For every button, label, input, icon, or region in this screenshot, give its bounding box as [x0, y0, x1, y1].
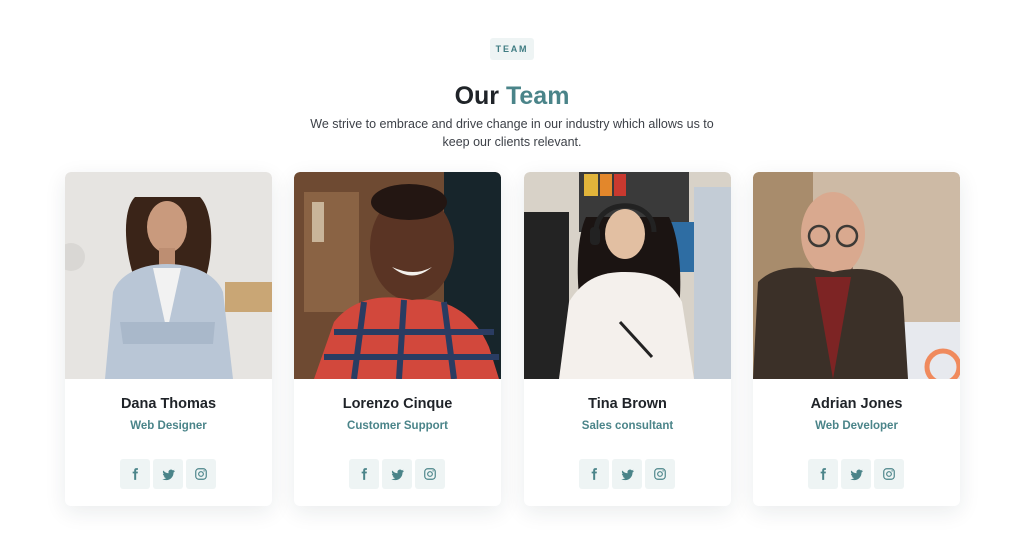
- title-main: Our: [454, 82, 500, 110]
- member-role: Customer Support: [347, 420, 448, 432]
- social-links: [579, 459, 675, 489]
- team-card: Dana Thomas Web Designer: [65, 172, 272, 506]
- member-name: Tina Brown: [588, 396, 667, 412]
- team-card: Adrian Jones Web Developer: [753, 172, 960, 506]
- facebook-icon: [361, 468, 367, 480]
- member-role: Sales consultant: [581, 420, 674, 432]
- member-name: Adrian Jones: [810, 396, 903, 412]
- social-links: [120, 459, 216, 489]
- twitter-link[interactable]: [841, 459, 871, 489]
- member-name: Lorenzo Cinque: [342, 396, 453, 412]
- facebook-icon: [591, 468, 597, 480]
- instagram-link[interactable]: [645, 459, 675, 489]
- facebook-link[interactable]: [120, 459, 150, 489]
- member-photo: [524, 172, 731, 379]
- facebook-link[interactable]: [808, 459, 838, 489]
- social-links: [349, 459, 445, 489]
- section-eyebrow-badge: TEAM: [490, 38, 534, 60]
- instagram-link[interactable]: [874, 459, 904, 489]
- instagram-icon: [424, 468, 436, 480]
- twitter-link[interactable]: [382, 459, 412, 489]
- instagram-icon: [654, 468, 666, 480]
- social-links: [808, 459, 904, 489]
- member-role: Web Designer: [130, 420, 207, 432]
- twitter-icon: [620, 469, 634, 480]
- member-name: Dana Thomas: [120, 396, 217, 412]
- facebook-icon: [132, 468, 138, 480]
- twitter-icon: [849, 469, 863, 480]
- twitter-link[interactable]: [612, 459, 642, 489]
- title-accent: Team: [505, 82, 570, 110]
- twitter-link[interactable]: [153, 459, 183, 489]
- team-card: Lorenzo Cinque Customer Support: [294, 172, 501, 506]
- team-card: Tina Brown Sales consultant: [524, 172, 731, 506]
- instagram-icon: [195, 468, 207, 480]
- instagram-icon: [883, 468, 895, 480]
- twitter-icon: [161, 469, 175, 480]
- twitter-icon: [390, 469, 404, 480]
- instagram-link[interactable]: [186, 459, 216, 489]
- member-photo: [294, 172, 501, 379]
- section-subtitle: We strive to embrace and drive change in…: [310, 117, 714, 149]
- section-title: Our Team: [0, 81, 1024, 111]
- instagram-link[interactable]: [415, 459, 445, 489]
- facebook-icon: [820, 468, 826, 480]
- facebook-link[interactable]: [349, 459, 379, 489]
- facebook-link[interactable]: [579, 459, 609, 489]
- member-photo: [65, 172, 272, 379]
- team-section: TEAM Our Team We strive to embrace and d…: [0, 0, 1024, 548]
- member-role: Web Developer: [815, 420, 898, 432]
- member-photo: [753, 172, 960, 379]
